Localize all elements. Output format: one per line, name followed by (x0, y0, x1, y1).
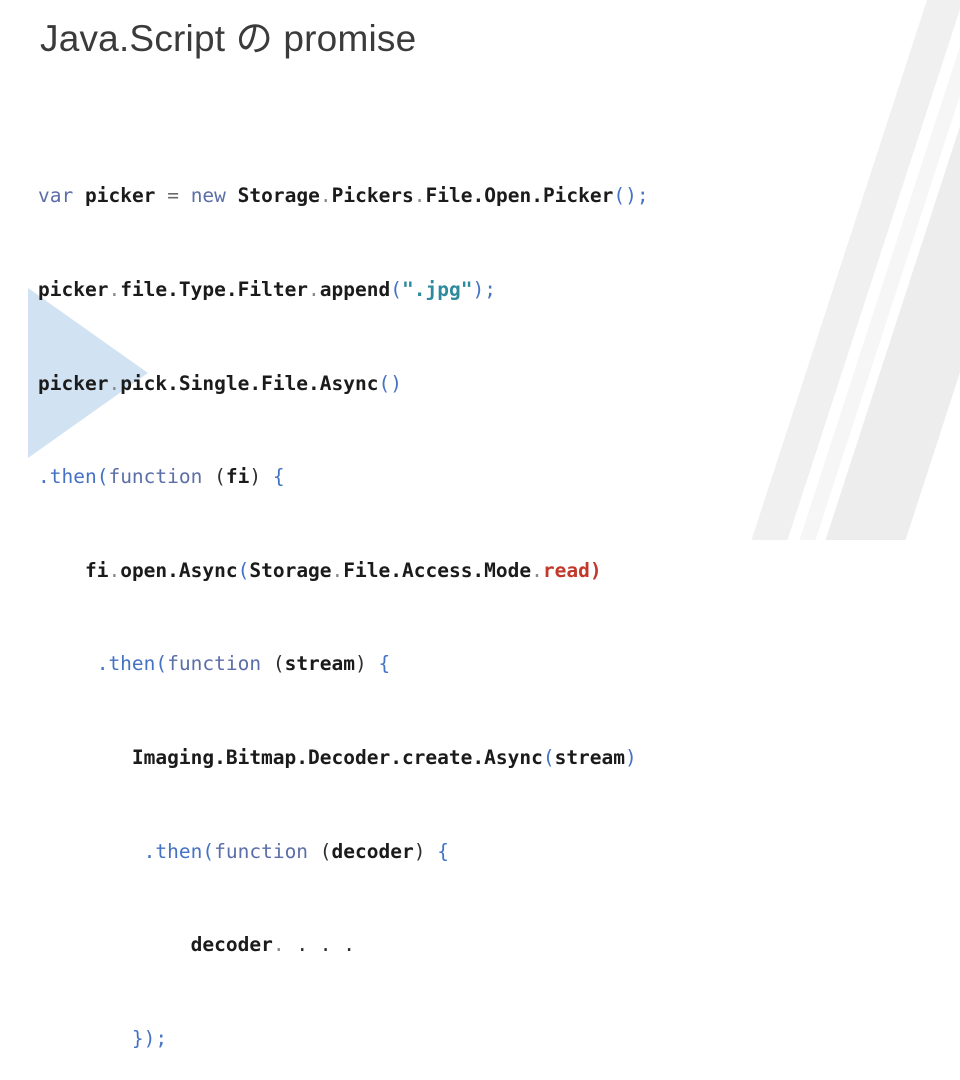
code-line-5: fi.open.Async(Storage.File.Access.Mode.r… (84, 558, 602, 582)
code-line-4: .then(function (fi) { (38, 465, 285, 489)
code-line-6: .then(function (stream) { (96, 652, 391, 676)
code-line-10: }); (131, 1026, 168, 1050)
page-title: Java.Script の promise (40, 18, 417, 59)
code-line-7: Imaging.Bitmap.Decoder.create.Async(stre… (131, 746, 637, 770)
code-line-8: .then(function (decoder) { (143, 839, 449, 863)
code-block: var picker = new Storage.Pickers.File.Op… (38, 118, 928, 1080)
code-line-2: picker.file.Type.Filter.append(".jpg"); (38, 278, 496, 302)
code-line-9: decoder. . . . (190, 933, 356, 957)
code-line-3: picker.pick.Single.File.Async() (38, 371, 402, 395)
code-line-1: var picker = new Storage.Pickers.File.Op… (38, 184, 649, 208)
